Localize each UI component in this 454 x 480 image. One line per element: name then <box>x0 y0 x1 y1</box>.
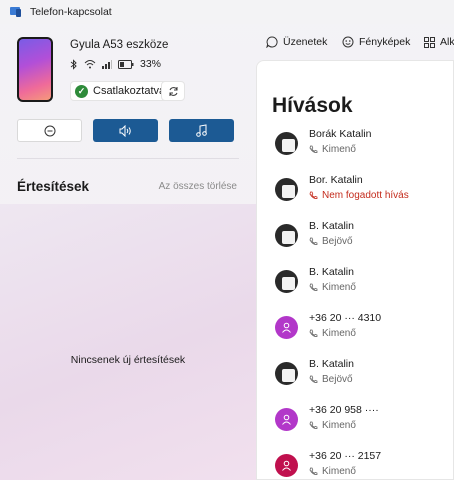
nav-apps-label: Alk <box>440 36 454 48</box>
call-row[interactable]: B. Katalin Bejövő <box>257 220 453 262</box>
bluetooth-icon <box>70 58 77 70</box>
check-icon: ✓ <box>75 84 88 98</box>
call-type-label: Bejövő <box>322 374 353 385</box>
nav-messages[interactable]: Üzenetek <box>266 36 327 48</box>
device-name: Gyula A53 eszköze <box>70 39 169 51</box>
call-type: Kimenő <box>309 328 356 339</box>
outgoing-call-icon <box>309 329 318 337</box>
call-type: Nem fogadott hívás <box>309 190 409 201</box>
nav-messages-label: Üzenetek <box>283 36 328 48</box>
refresh-icon <box>169 86 177 96</box>
missed-call-icon <box>309 191 318 199</box>
contact-name: +36 20 ··· 2157 <box>309 450 382 462</box>
connection-label: Csatlakoztatva <box>93 85 166 97</box>
contact-name: B. Katalin <box>309 358 354 370</box>
call-type-label: Bejövő <box>322 236 353 247</box>
contact-avatar <box>275 454 298 477</box>
call-type-label: Kimenő <box>322 144 356 155</box>
incoming-call-icon <box>309 375 318 383</box>
signal-icon <box>102 60 112 69</box>
call-type: Bejövő <box>309 236 353 247</box>
empty-notifications-text: Nincsenek új értesítések <box>70 354 186 366</box>
device-status-row: 33% <box>70 58 161 70</box>
contact-avatar <box>275 362 298 385</box>
call-row[interactable]: Borák Katalin Kimenő <box>257 128 453 170</box>
outgoing-call-icon <box>309 283 318 291</box>
connection-status-button[interactable]: ✓ Csatlakoztatva <box>70 81 173 101</box>
nav-apps[interactable]: Alk <box>424 36 454 48</box>
contact-avatar <box>275 224 298 247</box>
audio-button[interactable] <box>93 119 158 142</box>
contact-avatar <box>275 270 298 293</box>
call-type-label: Nem fogadott hívás <box>322 190 409 201</box>
call-type: Kimenő <box>309 466 356 477</box>
outgoing-call-icon <box>309 467 318 475</box>
contact-name: Borák Katalin <box>309 128 372 140</box>
call-type: Kimenő <box>309 420 356 431</box>
wifi-icon <box>84 60 96 69</box>
call-type-label: Kimenő <box>322 282 356 293</box>
call-type-label: Kimenő <box>322 466 356 477</box>
battery-percent: 33% <box>140 58 162 70</box>
phone-link-app-icon <box>10 7 21 17</box>
call-row[interactable]: +36 20 ··· 4310 Kimenő <box>257 312 453 354</box>
contact-avatar <box>275 132 298 155</box>
person-icon <box>282 322 291 333</box>
do-not-disturb-icon <box>44 125 55 136</box>
nav-photos[interactable]: Fényképek <box>342 36 410 48</box>
contact-name: +36 20 ··· 4310 <box>309 312 382 324</box>
notifications-title: Értesítések <box>17 179 90 194</box>
contact-avatar <box>275 316 298 339</box>
battery-icon <box>118 59 134 69</box>
call-type: Kimenő <box>309 282 356 293</box>
notifications-area: Nincsenek új értesítések <box>0 204 256 480</box>
contact-avatar <box>275 178 298 201</box>
do-not-disturb-button[interactable] <box>17 119 82 142</box>
device-pane: Gyula A53 eszköze 33% ✓ Csatlakoztatva É… <box>0 24 256 480</box>
contact-name: +36 20 958 ···· <box>309 404 379 416</box>
media-button[interactable] <box>169 119 234 142</box>
calls-title: Hívások <box>272 94 353 117</box>
top-nav: Üzenetek Fényképek Alk <box>256 24 454 60</box>
window-title: Telefon-kapcsolat <box>30 6 112 18</box>
title-bar: Telefon-kapcsolat <box>0 0 454 24</box>
music-note-icon <box>196 124 207 137</box>
call-row[interactable]: B. Katalin Bejövő <box>257 358 453 400</box>
speaker-icon <box>119 124 131 137</box>
clear-all-link[interactable]: Az összes törlése <box>159 181 237 192</box>
outgoing-call-icon <box>309 421 318 429</box>
contact-name: B. Katalin <box>309 220 354 232</box>
contact-avatar <box>275 408 298 431</box>
call-type: Kimenő <box>309 144 356 155</box>
photo-icon <box>342 36 354 48</box>
call-row[interactable]: Bor. Katalin Nem fogadott hívás <box>257 174 453 216</box>
contact-name: Bor. Katalin <box>309 174 363 186</box>
refresh-button[interactable] <box>161 81 185 101</box>
divider <box>17 158 239 159</box>
contact-name: B. Katalin <box>309 266 354 278</box>
person-icon <box>282 414 291 425</box>
message-icon <box>266 36 278 48</box>
call-row[interactable]: B. Katalin Kimenő <box>257 266 453 308</box>
outgoing-call-icon <box>309 145 318 153</box>
person-icon <box>282 460 291 471</box>
phone-image <box>17 37 53 102</box>
call-row[interactable]: +36 20 ··· 2157 Kimenő <box>257 450 453 479</box>
call-type-label: Kimenő <box>322 328 356 339</box>
nav-photos-label: Fényképek <box>359 36 411 48</box>
apps-icon <box>424 36 435 48</box>
calls-pane: Hívások Borák Katalin Kimenő Bor. Katalin N… <box>256 60 454 480</box>
call-type-label: Kimenő <box>322 420 356 431</box>
call-type: Bejövő <box>309 374 353 385</box>
incoming-call-icon <box>309 237 318 245</box>
call-row[interactable]: +36 20 958 ···· Kimenő <box>257 404 453 446</box>
